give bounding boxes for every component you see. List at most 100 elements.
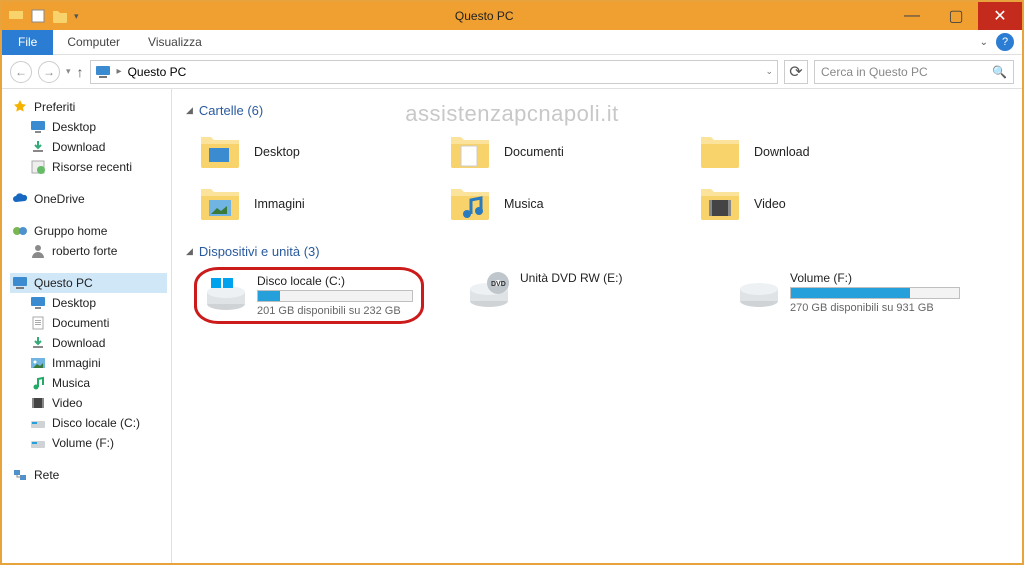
sidebar-label: Disco locale (C:) (52, 416, 140, 430)
minimize-button[interactable]: — (890, 2, 934, 30)
section-title: Cartelle (6) (199, 103, 263, 118)
collapse-icon: ◢ (186, 246, 193, 257)
folder-images[interactable]: Immagini (194, 178, 404, 230)
sidebar-item-music[interactable]: Musica (28, 373, 167, 393)
section-title: Dispositivi e unità (3) (199, 244, 320, 259)
refresh-button[interactable]: ⟳ (784, 60, 808, 84)
navigation-pane: Preferiti Desktop Download Risorse recen… (2, 89, 172, 563)
app-icon (8, 8, 24, 24)
folder-label: Immagini (254, 197, 305, 211)
address-location[interactable]: Questo PC (128, 65, 187, 79)
file-tab[interactable]: File (2, 30, 53, 55)
back-button[interactable]: ← (10, 61, 32, 83)
sidebar-item-desktop[interactable]: Desktop (28, 117, 167, 137)
sidebar-item-network[interactable]: Rete (10, 465, 167, 485)
sidebar-item-drive-f[interactable]: Volume (F:) (28, 433, 167, 453)
sidebar-item-homegroup[interactable]: Gruppo home (10, 221, 167, 241)
drive-c[interactable]: Disco locale (C:) 201 GB disponibili su … (194, 267, 424, 324)
hdd-icon (738, 271, 780, 311)
ribbon-collapse-icon[interactable]: ⌄ (980, 37, 988, 48)
section-folders-header[interactable]: ◢ Cartelle (6) (186, 103, 1008, 118)
sidebar-item-thispc[interactable]: Questo PC (10, 273, 167, 293)
drive-name: Unità DVD RW (E:) (520, 271, 690, 285)
ribbon-tab-computer[interactable]: Computer (53, 31, 134, 53)
cloud-icon (12, 191, 28, 207)
sidebar-label: Desktop (52, 120, 96, 134)
maximize-button[interactable]: ▢ (934, 2, 978, 30)
sidebar-item-desktop2[interactable]: Desktop (28, 293, 167, 313)
drive-subtext: 270 GB disponibili su 931 GB (790, 302, 960, 314)
folder-label: Documenti (504, 145, 564, 159)
image-icon (30, 355, 46, 371)
folder-documents[interactable]: Documenti (444, 126, 654, 178)
search-box[interactable]: Cerca in Questo PC 🔍 (814, 60, 1014, 84)
folder-desktop[interactable]: Desktop (194, 126, 404, 178)
drive-f[interactable]: Volume (F:) 270 GB disponibili su 931 GB (734, 267, 964, 324)
address-dropdown-icon[interactable]: ⌄ (765, 66, 773, 77)
folder-icon (448, 132, 492, 172)
music-icon (30, 375, 46, 391)
sidebar-item-download[interactable]: Download (28, 137, 167, 157)
recent-locations-icon[interactable]: ▾ (66, 66, 71, 77)
folder-video[interactable]: Video (694, 178, 904, 230)
capacity-fill (258, 291, 280, 301)
folder-label: Musica (504, 197, 544, 211)
drive-dvd[interactable]: Unità DVD RW (E:) (464, 267, 694, 324)
docs-icon (30, 315, 46, 331)
drive-icon (30, 415, 46, 431)
sidebar-item-favorites[interactable]: Preferiti (10, 97, 167, 117)
folder-download[interactable]: Download (694, 126, 904, 178)
drive-name: Volume (F:) (790, 271, 960, 285)
address-bar[interactable]: ▸ Questo PC ⌄ (90, 60, 778, 84)
sidebar-label: Volume (F:) (52, 436, 114, 450)
tree-homegroup: Gruppo home roberto forte (10, 221, 167, 261)
pc-icon (12, 275, 28, 291)
new-folder-icon[interactable] (52, 8, 68, 24)
tree-favorites: Preferiti Desktop Download Risorse recen… (10, 97, 167, 177)
folder-icon (448, 184, 492, 224)
forward-button[interactable]: → (38, 61, 60, 83)
download-icon (30, 139, 46, 155)
user-icon (30, 243, 46, 259)
drive-info: Unità DVD RW (E:) (520, 271, 690, 320)
section-devices-header[interactable]: ◢ Dispositivi e unità (3) (186, 244, 1008, 259)
ribbon-tab-view[interactable]: Visualizza (134, 31, 216, 53)
folder-label: Desktop (254, 145, 300, 159)
capacity-bar (790, 287, 960, 299)
sidebar-item-documents[interactable]: Documenti (28, 313, 167, 333)
sidebar-label: Desktop (52, 296, 96, 310)
sidebar-label: Gruppo home (34, 224, 107, 238)
window-controls: — ▢ ✕ (890, 2, 1022, 30)
sidebar-item-images[interactable]: Immagini (28, 353, 167, 373)
sidebar-label: Questo PC (34, 276, 93, 290)
sidebar-item-onedrive[interactable]: OneDrive (10, 189, 167, 209)
homegroup-icon (12, 223, 28, 239)
collapse-icon: ◢ (186, 105, 193, 116)
sidebar-label: Musica (52, 376, 90, 390)
star-icon (12, 99, 28, 115)
sidebar-item-drive-c[interactable]: Disco locale (C:) (28, 413, 167, 433)
sidebar-item-video[interactable]: Video (28, 393, 167, 413)
film-icon (30, 395, 46, 411)
properties-icon[interactable] (30, 8, 46, 24)
pc-icon (95, 64, 111, 80)
sidebar-label: Documenti (52, 316, 109, 330)
body: assistenzapcnapoli.it Preferiti Desktop … (2, 89, 1022, 563)
dvd-icon (468, 271, 510, 311)
help-button[interactable]: ? (996, 33, 1014, 51)
folder-music[interactable]: Musica (444, 178, 654, 230)
sidebar-label: Download (52, 140, 105, 154)
navigation-bar: ← → ▾ ↑ ▸ Questo PC ⌄ ⟳ Cerca in Questo … (2, 55, 1022, 89)
sidebar-item-download2[interactable]: Download (28, 333, 167, 353)
drive-name: Disco locale (C:) (257, 274, 413, 288)
sidebar-item-recent[interactable]: Risorse recenti (28, 157, 167, 177)
up-button[interactable]: ↑ (77, 64, 84, 80)
download-icon (30, 335, 46, 351)
close-button[interactable]: ✕ (978, 2, 1022, 30)
drive-icon (30, 435, 46, 451)
drive-subtext: 201 GB disponibili su 232 GB (257, 305, 413, 317)
sidebar-item-user[interactable]: roberto forte (28, 241, 167, 261)
sidebar-label: roberto forte (52, 244, 117, 258)
sidebar-label: OneDrive (34, 192, 85, 206)
tree-network: Rete (10, 465, 167, 485)
